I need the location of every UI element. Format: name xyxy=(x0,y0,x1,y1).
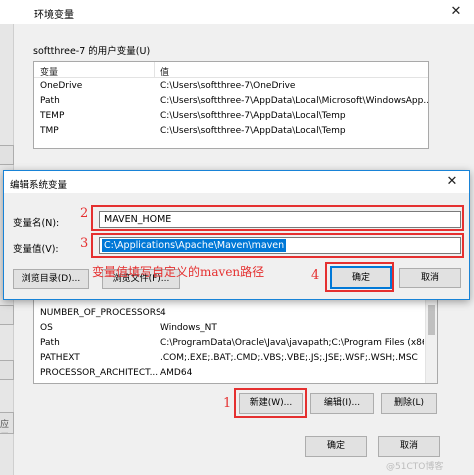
table-row[interactable]: NUMBER_OF_PROCESSORS 4 xyxy=(34,306,437,321)
annotation-step-2: 2 xyxy=(80,206,89,221)
variable-value: C:\Users\softthree-7\AppData\Local\Temp xyxy=(160,111,346,121)
system-variables-table: NUMBER_OF_PROCESSORS 4 OS Windows_NT Pat… xyxy=(33,290,438,384)
user-variables-table: 变量 值 OneDrive C:\Users\softthree-7\OneDr… xyxy=(33,61,429,149)
variable-name: PROCESSOR_ARCHITECT... xyxy=(40,368,159,378)
dialog-title: 编辑系统变量 xyxy=(10,180,68,191)
variable-name-label: 变量名(N): xyxy=(13,218,60,229)
variable-name: TMP xyxy=(40,126,59,136)
variable-name: PATHEXT xyxy=(40,353,80,363)
table-row[interactable]: OS Windows_NT xyxy=(34,321,437,336)
annotation-box-value xyxy=(91,233,464,258)
strip-button[interactable] xyxy=(0,305,14,325)
user-variables-label: softthree-7 的用户变量(U) xyxy=(33,46,151,57)
column-divider[interactable] xyxy=(154,62,155,78)
variable-name: TEMP xyxy=(40,111,65,121)
table-row[interactable]: TEMP C:\Users\softthree-7\AppData\Local\… xyxy=(34,109,428,124)
variable-value: Windows_NT xyxy=(160,323,217,333)
env-titlebar: 环境变量 ✕ xyxy=(0,0,474,24)
ok-button[interactable]: 确定 xyxy=(305,436,367,457)
vertical-scrollbar[interactable] xyxy=(425,291,437,383)
column-header-value[interactable]: 值 xyxy=(160,65,169,78)
close-icon[interactable]: ✕ xyxy=(444,3,468,21)
variable-value-label: 变量值(V): xyxy=(13,244,59,255)
annotation-note: 变量值填写自定义的maven路径 xyxy=(92,265,265,279)
variable-name: Path xyxy=(40,96,60,106)
annotation-step-3: 3 xyxy=(80,236,89,251)
table-row[interactable]: PROCESSOR_ARCHITECT... AMD64 xyxy=(34,366,437,381)
variable-value: C:\ProgramData\Oracle\Java\javapath;C:\P… xyxy=(160,338,424,348)
browse-directory-button[interactable]: 浏览目录(D)... xyxy=(13,269,89,289)
cancel-button[interactable]: 取消 xyxy=(378,436,440,457)
variable-value: C:\Users\softthree-7\OneDrive xyxy=(160,81,296,91)
column-header-variable[interactable]: 变量 xyxy=(40,65,58,78)
table-row[interactable]: Path C:\Users\softthree-7\AppData\Local\… xyxy=(34,94,428,109)
scrollbar-thumb[interactable] xyxy=(428,305,435,335)
table-row[interactable]: TMP C:\Users\softthree-7\AppData\Local\T… xyxy=(34,124,428,139)
strip-button[interactable] xyxy=(0,360,14,380)
dialog-cancel-button[interactable]: 取消 xyxy=(399,268,461,288)
variable-value: AMD64 xyxy=(160,368,193,378)
variable-name: NUMBER_OF_PROCESSORS xyxy=(40,308,160,318)
variable-value: 4 xyxy=(160,308,166,318)
annotation-step-1: 1 xyxy=(223,396,232,411)
strip-apply-button[interactable]: 应用 xyxy=(0,412,14,434)
table-row[interactable]: Path C:\ProgramData\Oracle\Java\javapath… xyxy=(34,336,437,351)
table-header: 变量 值 xyxy=(34,62,428,78)
annotation-box-new xyxy=(234,388,307,418)
annotation-box-name xyxy=(91,205,464,231)
variable-name: OneDrive xyxy=(40,81,83,91)
variable-value: C:\Users\softthree-7\AppData\Local\Micro… xyxy=(160,96,428,106)
variable-name: OS xyxy=(40,323,53,333)
table-row[interactable]: OneDrive C:\Users\softthree-7\OneDrive xyxy=(34,79,428,94)
strip-button[interactable] xyxy=(0,145,14,165)
env-window-title: 环境变量 xyxy=(34,10,74,21)
variable-name: Path xyxy=(40,338,60,348)
dialog-titlebar: 编辑系统变量 ✕ xyxy=(4,171,469,193)
edit-variable-button[interactable]: 编辑(I)... xyxy=(310,393,374,414)
variable-value: C:\Users\softthree-7\AppData\Local\Temp xyxy=(160,126,346,136)
annotation-step-4: 4 xyxy=(311,268,320,283)
close-icon[interactable]: ✕ xyxy=(440,173,464,191)
variable-value: .COM;.EXE;.BAT;.CMD;.VBS;.VBE;.JS;.JSE;.… xyxy=(160,353,418,363)
delete-variable-button[interactable]: 删除(L) xyxy=(381,393,437,414)
table-row[interactable]: PATHEXT .COM;.EXE;.BAT;.CMD;.VBS;.VBE;.J… xyxy=(34,351,437,366)
watermark: @51CTO博客 xyxy=(386,462,444,472)
annotation-box-ok xyxy=(325,262,394,292)
